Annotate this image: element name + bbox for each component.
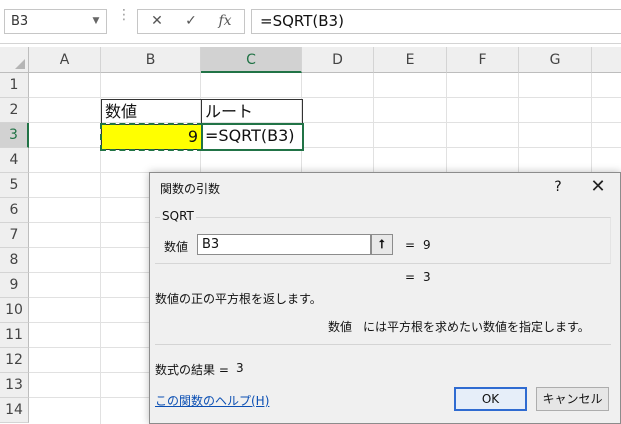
- dialog-title: 関数の引数: [160, 182, 221, 196]
- argument-input[interactable]: B3: [197, 234, 371, 255]
- cell-c2[interactable]: ルート: [201, 99, 303, 125]
- formula-result-label: 数式の結果 =: [155, 363, 229, 377]
- enter-icon[interactable]: ✓: [174, 10, 208, 33]
- formula-bar: B3 ▼ ⋮ ✕ ✓ fx =SQRT(B3): [0, 0, 621, 44]
- function-description: 数値の正の平方根を返します。: [155, 292, 322, 306]
- result-equals: =: [405, 270, 416, 284]
- column-header-f[interactable]: F: [447, 47, 519, 73]
- function-result-value: 3: [423, 270, 431, 284]
- function-help-link[interactable]: この関数のヘルプ(H): [155, 392, 269, 409]
- column-header-e[interactable]: E: [374, 47, 447, 73]
- column-header-h[interactable]: [592, 47, 621, 73]
- active-cell-c3[interactable]: =SQRT(B3): [201, 123, 304, 151]
- formula-buttons: ✕ ✓ fx: [137, 9, 245, 34]
- column-header-b[interactable]: B: [101, 47, 201, 73]
- argument-description-name: 数値: [328, 320, 353, 334]
- cancel-icon[interactable]: ✕: [140, 10, 174, 33]
- row-header-9[interactable]: 9: [0, 273, 29, 298]
- insert-function-icon[interactable]: fx: [208, 10, 242, 33]
- row-header-11[interactable]: 11: [0, 323, 29, 348]
- chevron-down-icon[interactable]: ▼: [88, 10, 104, 32]
- row-header-13[interactable]: 13: [0, 373, 29, 398]
- gridline: [29, 97, 621, 98]
- row-header-5[interactable]: 5: [0, 173, 29, 198]
- cell-b2[interactable]: 数値: [101, 99, 202, 125]
- row-header-14[interactable]: 14: [0, 398, 29, 423]
- function-arguments-dialog: 関数の引数 ? ✕ SQRT 数値 B3 ⭡ = 9 = 3 数値の正の平方根を…: [149, 172, 621, 424]
- row-header-4[interactable]: 4: [0, 148, 29, 173]
- row-header-6[interactable]: 6: [0, 198, 29, 223]
- column-header-a[interactable]: A: [29, 47, 101, 73]
- function-name: SQRT: [160, 209, 196, 223]
- select-all-button[interactable]: [0, 47, 29, 73]
- column-header-g[interactable]: G: [519, 47, 592, 73]
- row-header-7[interactable]: 7: [0, 223, 29, 248]
- cancel-button[interactable]: キャンセル: [536, 387, 609, 411]
- ok-button[interactable]: OK: [454, 387, 527, 411]
- cell-b3[interactable]: 9: [101, 124, 202, 150]
- argument-label: 数値: [164, 240, 189, 254]
- help-icon[interactable]: ?: [546, 176, 570, 198]
- row-header-10[interactable]: 10: [0, 298, 29, 323]
- argument-evaluated-value: 9: [423, 238, 431, 252]
- row-header-12[interactable]: 12: [0, 348, 29, 373]
- drag-handle-icon[interactable]: ⋮: [117, 8, 131, 32]
- column-header-d[interactable]: D: [302, 47, 374, 73]
- row-header-8[interactable]: 8: [0, 248, 29, 273]
- formula-result-value: 3: [236, 361, 244, 375]
- collapse-dialog-icon[interactable]: ⭡: [371, 234, 393, 255]
- divider: [155, 344, 611, 345]
- close-icon[interactable]: ✕: [584, 175, 612, 199]
- row-header-2[interactable]: 2: [0, 98, 29, 123]
- argument-description: には平方根を求めたい数値を指定します。: [363, 320, 590, 334]
- row-header-3[interactable]: 3: [0, 123, 29, 148]
- row-header-1[interactable]: 1: [0, 73, 29, 98]
- formula-input[interactable]: =SQRT(B3): [251, 9, 621, 34]
- column-header-c[interactable]: C: [201, 47, 302, 73]
- argument-equals: =: [405, 238, 416, 252]
